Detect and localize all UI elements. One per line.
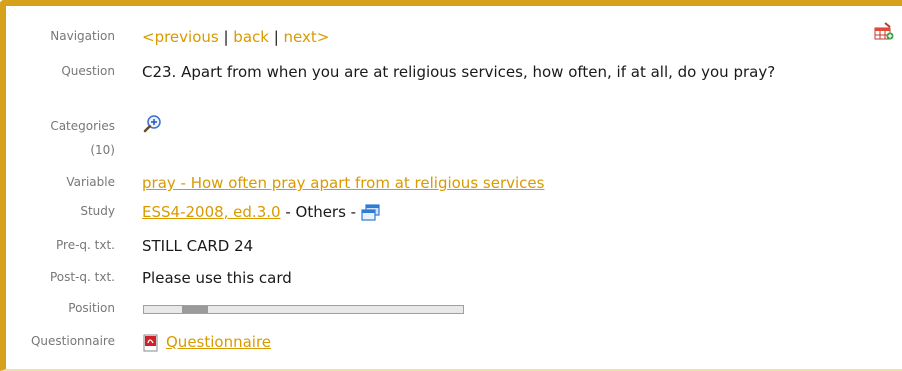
variable-link[interactable]: pray - How often pray apart from at reli… bbox=[142, 174, 544, 192]
previous-link[interactable]: <previous bbox=[142, 28, 219, 46]
windows-icon[interactable] bbox=[361, 203, 381, 222]
post-question-label: Post-q. txt. bbox=[49, 270, 115, 284]
study-link[interactable]: ESS4-2008, ed.3.0 bbox=[142, 203, 281, 221]
pdf-icon[interactable] bbox=[142, 334, 160, 352]
categories-label: Categories bbox=[50, 119, 115, 133]
study-value: ESS4-2008, ed.3.0 - Others - bbox=[142, 201, 842, 223]
study-label: Study bbox=[80, 204, 115, 218]
add-to-table-icon[interactable] bbox=[874, 22, 894, 40]
nav-separator: | bbox=[268, 28, 284, 46]
post-question-text: Please use this card bbox=[142, 269, 292, 287]
position-label: Position bbox=[68, 301, 115, 315]
questionnaire-label: Questionnaire bbox=[30, 334, 115, 348]
questionnaire-value: Questionnaire bbox=[142, 331, 842, 353]
position-indicator bbox=[182, 306, 208, 313]
nav-separator: | bbox=[218, 28, 234, 46]
navigation-links: <previous | back | next> bbox=[142, 26, 842, 48]
question-text: C23. Apart from when you are at religiou… bbox=[142, 63, 776, 81]
back-link[interactable]: back bbox=[233, 28, 269, 46]
zoom-in-icon[interactable] bbox=[143, 114, 163, 134]
variable-label: Variable bbox=[66, 175, 115, 189]
categories-count: (10) bbox=[90, 143, 115, 157]
variable-value: pray - How often pray apart from at reli… bbox=[142, 172, 842, 194]
next-link[interactable]: next> bbox=[284, 28, 330, 46]
position-bar bbox=[143, 305, 464, 314]
questionnaire-link[interactable]: Questionnaire bbox=[166, 333, 271, 351]
navigation-label: Navigation bbox=[50, 29, 115, 43]
pre-question-label: Pre-q. txt. bbox=[56, 238, 115, 252]
pre-question-text: STILL CARD 24 bbox=[142, 237, 254, 255]
question-label: Question bbox=[61, 64, 115, 78]
study-suffix: - Others - bbox=[280, 203, 361, 221]
